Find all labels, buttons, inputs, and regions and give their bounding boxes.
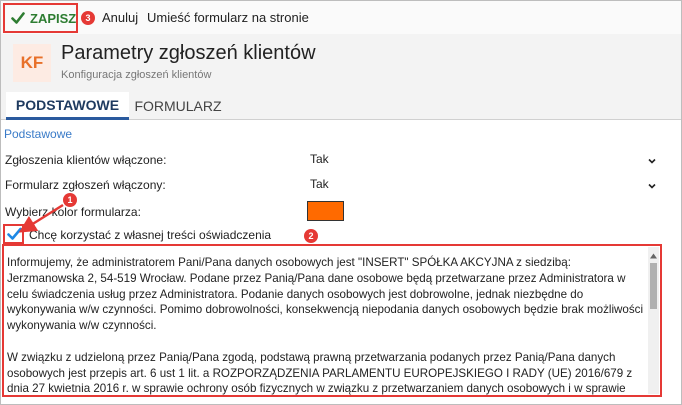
form-color-picker[interactable] (307, 201, 344, 221)
form-color-label: Wybierz kolor formularza: (5, 205, 141, 219)
page-title: Parametry zgłoszeń klientów (61, 42, 316, 64)
toolbar: ZAPISZ 3 Anuluj Umieść formularz na stro… (1, 1, 681, 34)
chevron-down-icon (648, 179, 656, 189)
embed-form-button[interactable]: Umieść formularz na stronie (147, 10, 309, 25)
cancel-button[interactable]: Anuluj (102, 10, 138, 25)
save-button[interactable]: ZAPISZ (3, 3, 78, 33)
tab-podstawowe[interactable]: PODSTAWOWE (6, 92, 129, 120)
requests-enabled-label: Zgłoszenia klientów włączone: (5, 153, 167, 167)
checkmark-icon (11, 11, 25, 25)
chevron-down-icon (648, 154, 656, 164)
app-logo: KF (13, 44, 51, 82)
checkmark-icon (7, 227, 22, 240)
annotation-badge-3: 3 (81, 11, 95, 25)
statement-paragraph-1: Informujemy, że administratorem Pani/Pan… (7, 256, 644, 333)
statement-paragraph-2: W związku z udzieloną przez Panią/Pana z… (7, 350, 633, 396)
form-enabled-value: Tak (310, 177, 329, 191)
custom-statement-label: Chcę korzystać z własnej treści oświadcz… (29, 228, 272, 242)
tab-formularz[interactable]: FORMULARZ (132, 92, 224, 120)
save-button-label: ZAPISZ (30, 10, 77, 26)
vertical-scrollbar[interactable] (648, 247, 659, 394)
annotation-badge-2: 2 (304, 229, 318, 243)
tab-bar: PODSTAWOWE FORMULARZ (1, 92, 681, 120)
statement-textarea[interactable]: Informujemy, że administratorem Pani/Pan… (2, 244, 662, 397)
form-enabled-select[interactable]: Tak (306, 174, 661, 194)
form-enabled-label: Formularz zgłoszeń włączony: (5, 178, 166, 192)
custom-statement-checkbox[interactable] (3, 224, 24, 244)
statement-text: Informujemy, że administratorem Pani/Pan… (7, 255, 647, 396)
section-title: Podstawowe (4, 127, 73, 141)
page-header: KF Parametry zgłoszeń klientów Konfigura… (1, 34, 681, 92)
requests-enabled-value: Tak (310, 152, 329, 166)
annotation-badge-1: 1 (63, 193, 77, 207)
page-subtitle: Konfiguracja zgłoszeń klientów (61, 69, 212, 81)
requests-enabled-select[interactable]: Tak (306, 149, 661, 169)
scrollbar-thumb[interactable] (650, 263, 657, 309)
scroll-up-icon[interactable] (650, 253, 657, 259)
